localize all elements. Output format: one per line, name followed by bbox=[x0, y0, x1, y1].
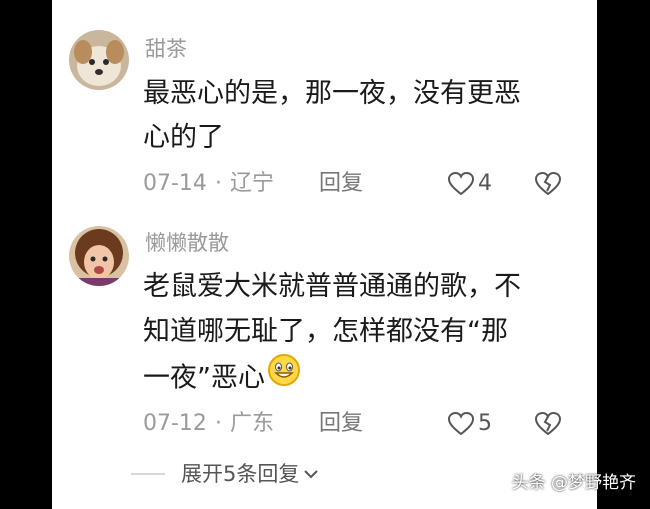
comment-text-fragment: 一夜”恶心 bbox=[143, 362, 265, 394]
comment-text-line: 心的了 bbox=[143, 122, 224, 153]
reply-button[interactable]: 回复 bbox=[319, 411, 363, 437]
expand-replies-button[interactable]: 展开5条回复 bbox=[131, 461, 319, 487]
like-button[interactable]: 4 bbox=[448, 171, 492, 197]
username[interactable]: 甜茶 bbox=[145, 37, 187, 61]
avatar[interactable] bbox=[69, 226, 129, 286]
grinning-emoji-icon bbox=[267, 353, 301, 401]
username[interactable]: 懒懒散散 bbox=[145, 231, 229, 255]
meta-separator: · bbox=[214, 171, 222, 196]
like-button[interactable]: 5 bbox=[448, 411, 492, 437]
comment-date: 07-12 bbox=[143, 411, 207, 436]
comment-text-line: 最恶心的是，那一夜，没有更恶 bbox=[143, 78, 521, 109]
dislike-button[interactable] bbox=[534, 171, 562, 200]
avatar[interactable] bbox=[69, 30, 129, 90]
watermark: 头条 @梦野艳齐 bbox=[511, 473, 636, 493]
expand-replies-label: 展开5条回复 bbox=[181, 462, 300, 486]
like-count: 5 bbox=[478, 411, 492, 436]
divider bbox=[131, 473, 165, 475]
heart-icon bbox=[448, 172, 474, 196]
heart-icon bbox=[448, 412, 474, 436]
comment-text-line-with-emoji: 一夜”恶心 bbox=[143, 353, 301, 403]
child-avatar-icon bbox=[69, 226, 129, 286]
broken-heart-icon bbox=[534, 411, 562, 436]
comment-date: 07-14 bbox=[143, 171, 207, 196]
dislike-button[interactable] bbox=[534, 411, 562, 440]
meta-separator: · bbox=[214, 411, 222, 436]
dog-avatar-icon bbox=[69, 30, 129, 90]
comment-meta: 07-12 · 广东 bbox=[143, 411, 274, 437]
comment-text-line: 老鼠爱大米就普普通通的歌，不 bbox=[143, 271, 521, 302]
comment-location: 辽宁 bbox=[229, 171, 274, 196]
comment-meta: 07-14 · 辽宁 bbox=[143, 171, 274, 197]
reply-button[interactable]: 回复 bbox=[319, 171, 363, 197]
broken-heart-icon bbox=[534, 171, 562, 196]
comment-text-line: 知道哪无耻了，怎样都没有“那 bbox=[143, 316, 508, 347]
chevron-down-icon bbox=[304, 470, 319, 479]
like-count: 4 bbox=[478, 171, 492, 196]
comment-location: 广东 bbox=[229, 411, 274, 436]
